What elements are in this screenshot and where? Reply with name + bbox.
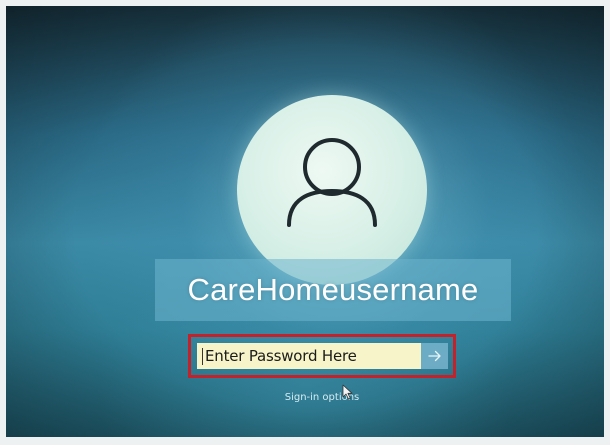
- text-caret: [202, 347, 203, 365]
- submit-button[interactable]: [421, 343, 448, 369]
- password-input[interactable]: Enter Password Here: [197, 343, 421, 369]
- arrow-right-icon: [427, 350, 441, 362]
- sign-in-options-link[interactable]: Sign-in options: [262, 392, 382, 403]
- user-avatar: [237, 95, 427, 285]
- username-band: CareHomeusername: [155, 259, 511, 321]
- password-placeholder: Enter Password Here: [205, 347, 357, 365]
- username-label: CareHomeusername: [187, 272, 479, 307]
- person-icon: [287, 138, 377, 227]
- mouse-cursor-icon: [342, 384, 353, 400]
